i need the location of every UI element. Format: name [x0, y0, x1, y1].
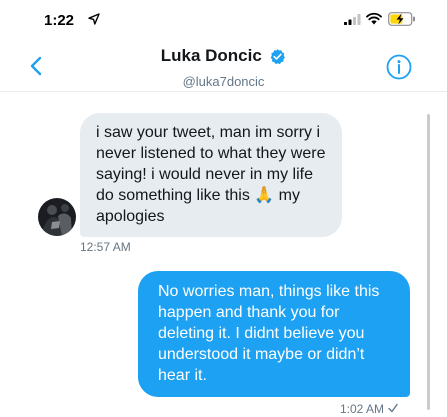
scrollbar[interactable] [427, 114, 430, 410]
outgoing-message-timestamp: 1:02 AM [340, 402, 385, 416]
conversation-header: Luka Doncic @luka7doncic [0, 34, 447, 92]
location-arrow-icon [88, 13, 100, 25]
incoming-message-bubble[interactable]: i saw your tweet, man im sorry i never l… [80, 113, 342, 237]
outgoing-message-bubble[interactable]: No worries man, things like this happen … [138, 271, 410, 397]
outgoing-message-meta: 1:02 AM [340, 402, 398, 416]
wifi-icon [366, 12, 382, 25]
info-icon[interactable] [386, 54, 412, 80]
status-time: 1:22 [44, 12, 75, 29]
display-name[interactable]: Luka Doncic [161, 46, 262, 65]
sender-avatar[interactable] [38, 198, 76, 236]
battery-charging-icon [388, 12, 415, 26]
title-row: Luka Doncic [0, 46, 447, 66]
incoming-message-timestamp: 12:57 AM [80, 240, 131, 254]
verified-badge-icon [270, 48, 286, 64]
avatar-photo [38, 198, 76, 236]
dm-conversation-screen: 1:22 Luka Doncic @luka7doncic i saw your… [0, 0, 447, 417]
cellular-signal-icon [344, 14, 361, 25]
status-bar: 1:22 [0, 0, 447, 34]
user-handle: @luka7doncic [182, 74, 265, 89]
checkmark-icon [388, 403, 398, 413]
